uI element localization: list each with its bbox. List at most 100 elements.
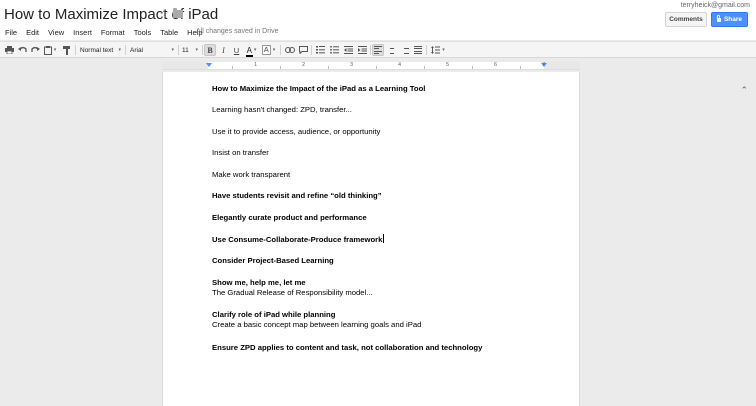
paragraph-subtext: Create a basic concept map between learn… bbox=[212, 320, 422, 329]
paragraph-with-cursor[interactable]: Use Consume-Collaborate-Produce framewor… bbox=[212, 234, 385, 245]
paragraph[interactable]: Learning hasn't changed: ZPD, transfer..… bbox=[212, 105, 352, 115]
paragraph-group[interactable]: Show me, help me, let me The Gradual Rel… bbox=[212, 278, 373, 298]
line-spacing-icon bbox=[431, 46, 441, 54]
insert-link-button[interactable] bbox=[284, 44, 296, 56]
paragraph[interactable]: Use it to provide access, audience, or o… bbox=[212, 127, 380, 137]
paragraph-text: Use Consume-Collaborate-Produce framewor… bbox=[212, 235, 383, 244]
align-center-button[interactable] bbox=[386, 44, 398, 56]
menu-view[interactable]: View bbox=[44, 28, 69, 37]
toolbar: ▾ Normal text ▾ Arial ▾ 11 ▾ B I U A ▾ A… bbox=[0, 41, 756, 95]
paragraph[interactable]: Make work transparent bbox=[212, 170, 290, 180]
justify-button[interactable] bbox=[412, 44, 424, 56]
print-icon bbox=[5, 46, 14, 54]
bulleted-list-icon bbox=[329, 46, 339, 54]
decrease-indent-icon bbox=[343, 46, 353, 54]
ruler-number: 1 bbox=[254, 62, 258, 68]
bold-icon: B bbox=[207, 45, 213, 55]
align-left-button[interactable] bbox=[372, 44, 384, 56]
ruler[interactable]: 1 2 3 4 5 6 7 bbox=[162, 62, 580, 70]
menu-edit[interactable]: Edit bbox=[22, 28, 44, 37]
increase-indent-icon bbox=[357, 46, 367, 54]
highlight-icon: A bbox=[261, 45, 271, 55]
font-size-value: 11 bbox=[182, 46, 189, 54]
menu-bar: File Edit View Insert Format Tools Table… bbox=[0, 26, 207, 38]
align-left-icon bbox=[374, 45, 382, 55]
menu-table[interactable]: Table bbox=[156, 28, 183, 37]
justify-icon bbox=[414, 45, 422, 55]
paragraph[interactable]: Consider Project-Based Learning bbox=[212, 256, 334, 266]
text-color-button[interactable]: A ▾ bbox=[244, 44, 259, 57]
underline-button[interactable]: U bbox=[231, 44, 242, 56]
undo-button[interactable] bbox=[17, 44, 28, 56]
comment-icon bbox=[299, 46, 308, 54]
chevron-down-icon: ▾ bbox=[442, 47, 445, 53]
highlight-color-button[interactable]: A ▾ bbox=[261, 44, 276, 56]
font-select-value: Arial bbox=[130, 46, 144, 54]
insert-comment-button[interactable] bbox=[298, 44, 309, 56]
link-icon bbox=[285, 47, 295, 53]
save-status[interactable]: All changes saved in Drive bbox=[196, 26, 279, 38]
italic-button[interactable]: I bbox=[218, 44, 229, 56]
undo-icon bbox=[18, 46, 27, 52]
paragraph[interactable]: Have students revisit and refine “old th… bbox=[212, 191, 382, 201]
paragraph-text: Show me, help me, let me bbox=[212, 278, 306, 287]
chevron-down-icon: ▾ bbox=[195, 47, 198, 53]
document-heading[interactable]: How to Maximize the Impact of the iPad a… bbox=[212, 84, 425, 94]
redo-icon bbox=[31, 46, 40, 52]
document-page[interactable]: How to Maximize the Impact of the iPad a… bbox=[162, 72, 580, 406]
user-email[interactable]: terryheick@gmail.com bbox=[681, 2, 750, 9]
style-select-value: Normal text bbox=[80, 46, 114, 54]
paragraph-group[interactable]: Clarify role of iPad while planning Crea… bbox=[212, 310, 421, 330]
ruler-number: 2 bbox=[302, 62, 306, 68]
decrease-indent-button[interactable] bbox=[342, 44, 354, 56]
paragraph[interactable]: Ensure ZPD applies to content and task, … bbox=[212, 343, 482, 353]
align-right-icon bbox=[401, 46, 409, 55]
ruler-number: 4 bbox=[398, 62, 402, 68]
paint-format-button[interactable] bbox=[62, 44, 72, 56]
clipboard-icon bbox=[43, 45, 52, 55]
chevron-down-icon: ▾ bbox=[272, 47, 276, 53]
chevron-down-icon: ▾ bbox=[171, 47, 174, 53]
comments-button-label: Comments bbox=[669, 16, 703, 23]
star-icon[interactable]: ☆ bbox=[158, 7, 170, 20]
style-select[interactable]: Normal text ▾ bbox=[78, 44, 123, 56]
paragraph-subtext: The Gradual Release of Responsibility mo… bbox=[212, 288, 373, 297]
chevron-down-icon: ▾ bbox=[253, 47, 257, 53]
font-size-select[interactable]: 11 ▾ bbox=[180, 44, 200, 56]
left-indent-marker[interactable] bbox=[206, 63, 212, 67]
ruler-number: 6 bbox=[494, 62, 498, 68]
collapse-menus-icon[interactable]: ⌃ bbox=[740, 86, 748, 95]
chevron-down-icon: ▾ bbox=[53, 47, 57, 53]
text-color-icon: A bbox=[245, 45, 254, 57]
redo-button[interactable] bbox=[30, 44, 41, 56]
print-button[interactable] bbox=[4, 44, 15, 56]
chevron-down-icon: ▾ bbox=[118, 47, 121, 53]
menu-format[interactable]: Format bbox=[96, 28, 129, 37]
numbered-list-icon bbox=[315, 46, 325, 54]
menu-file[interactable]: File bbox=[0, 28, 22, 37]
font-select[interactable]: Arial ▾ bbox=[128, 44, 176, 56]
paragraph-text: Clarify role of iPad while planning bbox=[212, 310, 336, 319]
numbered-list-button[interactable] bbox=[314, 44, 326, 56]
paste-format-button[interactable]: ▾ bbox=[43, 44, 57, 56]
paint-format-icon bbox=[63, 45, 70, 55]
paragraph[interactable]: Elegantly curate product and performance bbox=[212, 213, 367, 223]
line-spacing-button[interactable]: ▾ bbox=[429, 44, 447, 56]
align-center-icon bbox=[388, 46, 396, 55]
underline-icon: U bbox=[233, 45, 240, 55]
ruler-number: 7 bbox=[542, 62, 546, 68]
lock-icon bbox=[716, 15, 721, 22]
menu-tools[interactable]: Tools bbox=[129, 28, 156, 37]
menu-insert[interactable]: Insert bbox=[69, 28, 97, 37]
document-title[interactable]: How to Maximize Impact of iPad bbox=[4, 6, 218, 23]
increase-indent-button[interactable] bbox=[356, 44, 368, 56]
share-button[interactable]: Share bbox=[711, 12, 748, 27]
bold-button[interactable]: B bbox=[204, 44, 216, 56]
bulleted-list-button[interactable] bbox=[328, 44, 340, 56]
paragraph[interactable]: Insist on transfer bbox=[212, 148, 269, 158]
ruler-number: 5 bbox=[446, 62, 450, 68]
comments-button[interactable]: Comments bbox=[665, 12, 707, 27]
share-button-label: Share bbox=[723, 16, 743, 23]
align-right-button[interactable] bbox=[399, 44, 411, 56]
folder-icon[interactable] bbox=[173, 8, 183, 18]
